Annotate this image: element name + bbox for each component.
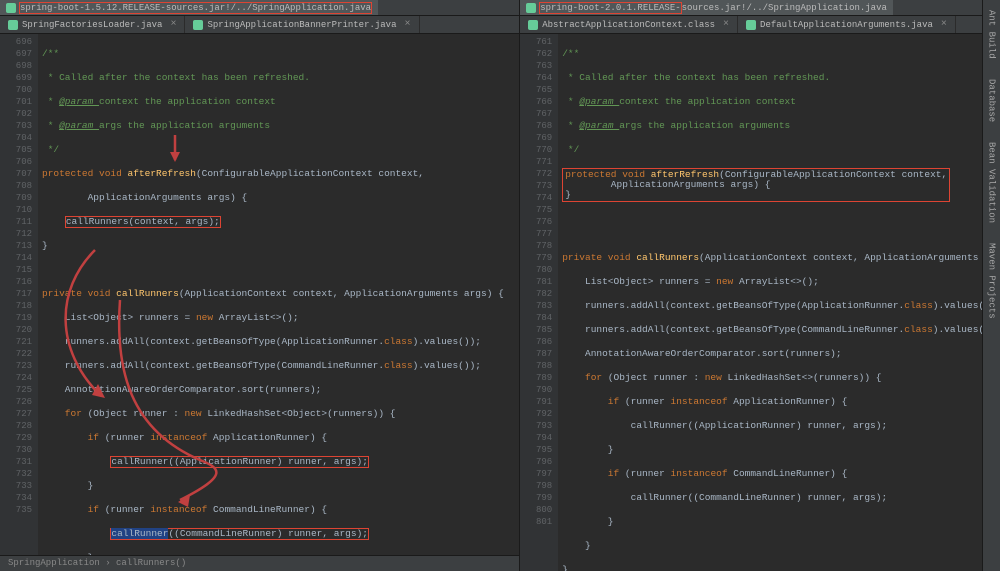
file-tab[interactable]: DefaultApplicationArguments.java × xyxy=(738,16,956,33)
close-icon[interactable]: × xyxy=(723,19,729,30)
breadcrumb[interactable]: SpringApplication › callRunners() xyxy=(0,555,519,571)
javadoc: /** xyxy=(42,48,59,59)
editor[interactable]: 7617627637647657667677687697707717727737… xyxy=(520,34,1000,571)
file-tab-bar: SpringFactoriesLoader.java × SpringApplic… xyxy=(0,16,519,34)
file-tab-bar: AbstractApplicationContext.class × Defaul… xyxy=(520,16,1000,34)
file-tab[interactable]: SpringFactoriesLoader.java × xyxy=(0,16,185,33)
right-editor-pane: spring-boot-2.0.1.RELEASE-sources.jar!/.… xyxy=(520,0,1000,571)
code-area[interactable]: /** * Called after the context has been … xyxy=(558,34,1000,571)
class-icon xyxy=(193,20,203,30)
gutter: 7617627637647657667677687697707717727737… xyxy=(520,34,558,571)
close-icon[interactable]: × xyxy=(941,19,947,30)
sidebar-tab-ant[interactable]: Ant Build xyxy=(985,4,999,65)
gutter: 6966976986997007017027037047057067077087… xyxy=(0,34,38,555)
javadoc: * Called after the context has been refr… xyxy=(42,72,310,83)
top-tab-bar: spring-boot-2.0.1.RELEASE-sources.jar!/.… xyxy=(520,0,1000,16)
file-tab-label: AbstractApplicationContext.class xyxy=(542,20,715,30)
close-icon[interactable]: × xyxy=(404,19,410,30)
file-tab[interactable]: AbstractApplicationContext.class × xyxy=(520,16,738,33)
editor[interactable]: 6966976986997007017027037047057067077087… xyxy=(0,34,519,555)
path-label: spring-boot-2.0.1.RELEASE-sources.jar!/.… xyxy=(539,2,887,14)
class-icon xyxy=(526,3,536,13)
javadoc: */ xyxy=(42,144,59,155)
class-icon xyxy=(746,20,756,30)
file-tab-label: SpringApplicationBannerPrinter.java xyxy=(207,20,396,30)
highlight-box: callRunners(context, args); xyxy=(65,216,221,228)
path-highlight: spring-boot-1.5.12.RELEASE-sources.jar!/… xyxy=(19,2,372,14)
highlight-box: callRunner((CommandLineRunner) runner, a… xyxy=(110,528,369,540)
top-tab[interactable]: spring-boot-2.0.1.RELEASE-sources.jar!/.… xyxy=(520,0,893,15)
path-highlight: spring-boot-2.0.1.RELEASE- xyxy=(539,2,681,14)
file-tab-label: DefaultApplicationArguments.java xyxy=(760,20,933,30)
highlight-box: protected void afterRefresh(Configurable… xyxy=(562,168,950,202)
close-icon[interactable]: × xyxy=(170,19,176,30)
sidebar-tab-maven[interactable]: Maven Projects xyxy=(985,237,999,325)
top-tab-bar: spring-boot-1.5.12.RELEASE-sources.jar!/… xyxy=(0,0,519,16)
highlight-box: callRunner((ApplicationRunner) runner, a… xyxy=(110,456,369,468)
class-icon xyxy=(8,20,18,30)
class-icon xyxy=(528,20,538,30)
class-icon xyxy=(6,3,16,13)
tool-sidebar: Ant Build Database Bean Validation Maven… xyxy=(982,0,1000,571)
left-editor-pane: spring-boot-1.5.12.RELEASE-sources.jar!/… xyxy=(0,0,520,571)
sidebar-tab-database[interactable]: Database xyxy=(985,73,999,128)
code-area[interactable]: /** * Called after the context has been … xyxy=(38,34,519,555)
top-tab[interactable]: spring-boot-1.5.12.RELEASE-sources.jar!/… xyxy=(0,0,378,15)
file-tab[interactable]: SpringApplicationBannerPrinter.java × xyxy=(185,16,419,33)
file-tab-label: SpringFactoriesLoader.java xyxy=(22,20,162,30)
sidebar-tab-bean[interactable]: Bean Validation xyxy=(985,136,999,229)
